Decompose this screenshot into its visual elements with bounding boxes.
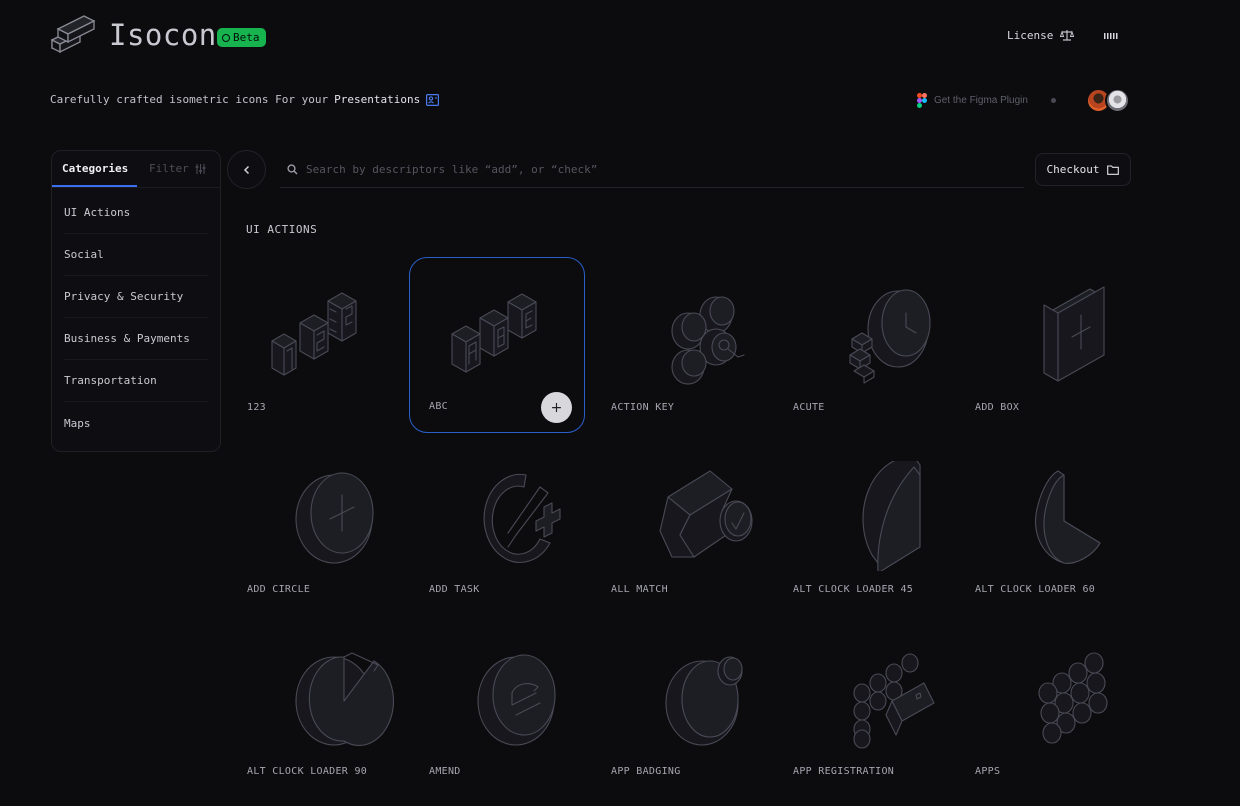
icon-label: 123 (247, 402, 266, 413)
collapse-sidebar-button[interactable] (227, 150, 266, 189)
icon-app-registration-art (853, 653, 935, 749)
icon-card-123[interactable]: 123 (246, 257, 422, 433)
beta-badge-label: Beta (233, 31, 260, 44)
license-link[interactable]: License (1007, 29, 1075, 42)
scale-icon (1060, 30, 1075, 41)
tagline-prefix: Carefully crafted isometric icons For yo… (50, 93, 329, 106)
icon-card-app-badging[interactable]: APP BADGING (610, 621, 786, 797)
sidebar-item-label: Maps (64, 416, 91, 430)
sidebar-item-label: Privacy & Security (64, 290, 184, 303)
icon-label: ADD TASK (429, 584, 480, 595)
icon-label: ADD BOX (975, 402, 1020, 413)
icon-card-alt-clock-loader-45[interactable]: ALT CLOCK LOADER 45 (792, 439, 968, 615)
icon-add-box-art (1043, 286, 1105, 382)
category-sidebar: Categories Filter UI Actions Social Priv… (51, 150, 221, 452)
sidebar-item-label: Social (64, 248, 104, 261)
sidebar-item-label: UI Actions (64, 206, 131, 219)
chevron-left-icon (243, 165, 249, 174)
icon-add-task-art (483, 473, 561, 563)
tagline-highlight[interactable]: Presentations (334, 93, 420, 106)
sidebar-item-privacy-security[interactable]: Privacy & Security (64, 276, 208, 318)
avatar-group[interactable] (1086, 88, 1132, 114)
icon-label: ALT CLOCK LOADER 90 (247, 766, 368, 777)
status-dot (1051, 98, 1056, 103)
icon-amend-art (477, 654, 556, 746)
brand-title: Isocons (109, 18, 235, 52)
icon-app-badging-art (665, 656, 743, 746)
icon-label: ABC (429, 401, 448, 412)
icon-label: ADD CIRCLE (247, 584, 311, 595)
icon-card-alt-clock-loader-90[interactable]: ALT CLOCK LOADER 90 (246, 621, 422, 797)
tagline: Carefully crafted isometric icons For yo… (50, 93, 440, 106)
icon-card-add-box[interactable]: ADD BOX (974, 257, 1150, 433)
icon-card-alt-clock-loader-60[interactable]: ALT CLOCK LOADER 60 (974, 439, 1150, 615)
icon-card-amend[interactable]: AMEND (428, 621, 604, 797)
icon-apps-art (1038, 652, 1108, 744)
icon-card-action-key[interactable]: ACTION KEY (610, 257, 786, 433)
sidebar-item-label: Business & Payments (64, 332, 190, 345)
icon-card-all-match[interactable]: ALL MATCH (610, 439, 786, 615)
icon-alt-clock-loader-90-art (295, 652, 394, 746)
icon-123-art (271, 292, 357, 376)
icon-label: ALT CLOCK LOADER 60 (975, 584, 1096, 595)
avatar[interactable] (1105, 88, 1130, 113)
sidebar-item-ui-actions[interactable]: UI Actions (64, 192, 208, 234)
icon-acute-art (849, 289, 931, 384)
beta-dot-icon (222, 33, 230, 42)
icon-label: ACUTE (793, 402, 825, 413)
folder-icon (1107, 164, 1120, 175)
sidebar-tabs: Categories Filter (52, 151, 220, 188)
icon-label: APP REGISTRATION (793, 766, 895, 777)
icon-alt-clock-loader-45-art (862, 461, 921, 571)
search-input[interactable] (306, 163, 906, 176)
icon-add-circle-art (295, 472, 374, 564)
add-icon-button[interactable]: + (541, 392, 572, 423)
sidebar-item-business-payments[interactable]: Business & Payments (64, 318, 208, 360)
license-label: License (1007, 29, 1054, 42)
tab-categories[interactable]: Categories (62, 162, 128, 175)
icon-label: ALL MATCH (611, 584, 668, 595)
icon-label: AMEND (429, 766, 461, 777)
tab-filter-label: Filter (149, 162, 189, 175)
sidebar-item-label: Transportation (64, 374, 157, 387)
icon-label: APP BADGING (611, 766, 681, 777)
icon-label: APPS (975, 766, 1001, 777)
icon-card-acute[interactable]: ACUTE (792, 257, 968, 433)
section-title: UI ACTIONS (246, 223, 318, 236)
barcode-icon[interactable] (1104, 33, 1118, 39)
icon-action-key-art (671, 296, 745, 385)
icon-card-app-registration[interactable]: APP REGISTRATION (792, 621, 968, 797)
icon-card-add-circle[interactable]: ADD CIRCLE (246, 439, 422, 615)
icon-card-add-task[interactable]: ADD TASK (428, 439, 604, 615)
isocons-logo-icon[interactable] (50, 13, 96, 59)
checkout-button[interactable]: Checkout (1035, 153, 1131, 186)
icon-card-apps[interactable]: APPS (974, 621, 1150, 797)
category-list: UI Actions Social Privacy & Security Bus… (52, 192, 220, 444)
search-icon (287, 164, 298, 175)
sliders-icon (195, 163, 206, 174)
tab-filter[interactable]: Filter (149, 162, 206, 175)
sidebar-item-social[interactable]: Social (64, 234, 208, 276)
sidebar-item-maps[interactable]: Maps (64, 402, 208, 444)
figma-plugin-link[interactable]: Get the Figma Plugin (917, 93, 1028, 108)
icon-abc-art (451, 293, 537, 373)
icon-alt-clock-loader-60-art (1034, 470, 1101, 564)
search-bar[interactable] (280, 152, 1024, 188)
icon-label: ACTION KEY (611, 402, 675, 413)
checkout-label: Checkout (1046, 163, 1100, 176)
icon-label: ALT CLOCK LOADER 45 (793, 584, 914, 595)
figma-plugin-label: Get the Figma Plugin (934, 95, 1028, 106)
active-tab-indicator (52, 185, 137, 187)
sidebar-item-transportation[interactable]: Transportation (64, 360, 208, 402)
figma-icon (917, 93, 927, 108)
presentation-icon (426, 93, 440, 106)
icon-all-match-art (659, 470, 753, 558)
beta-badge: Beta (217, 28, 266, 47)
icon-card-abc[interactable]: ABC + (409, 257, 585, 433)
